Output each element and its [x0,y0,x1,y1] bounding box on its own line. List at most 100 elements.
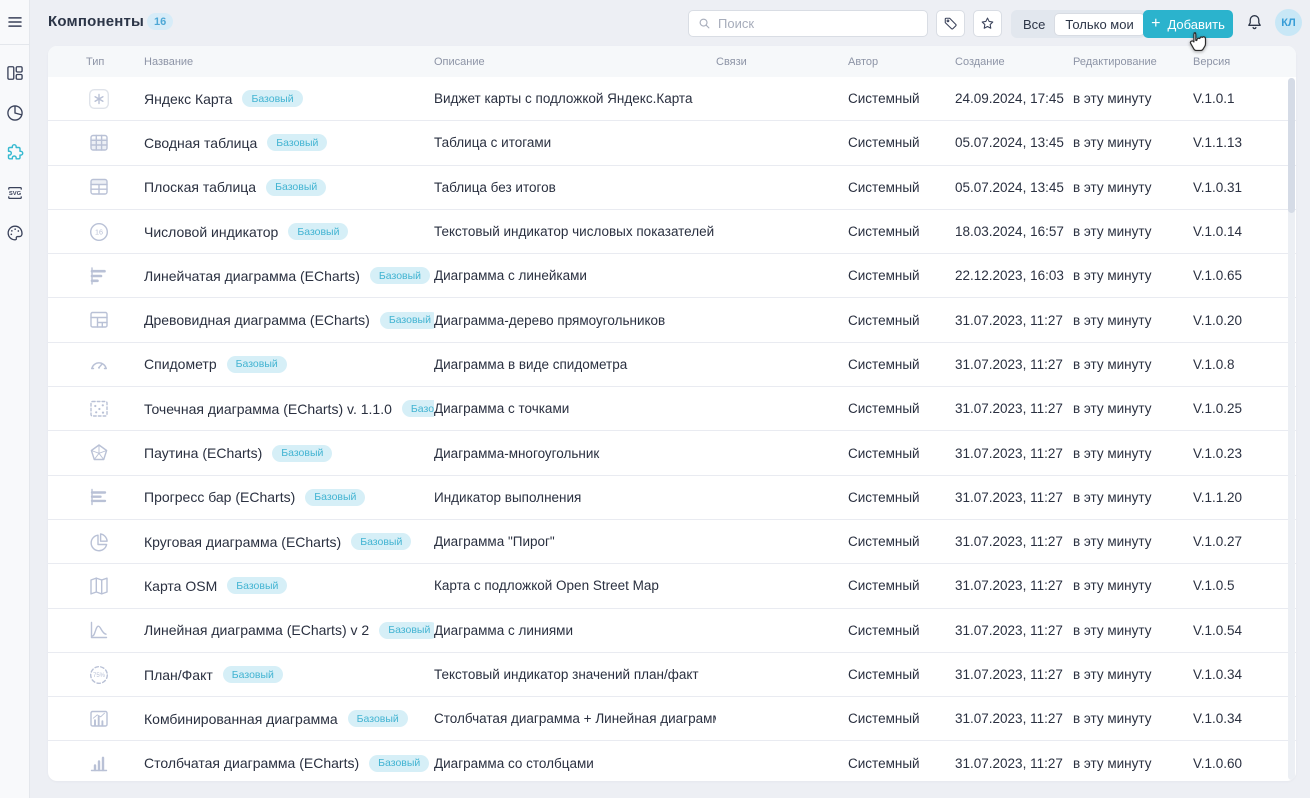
component-version: V.1.0.65 [1193,268,1296,283]
table-row[interactable]: Яндекс КартаБазовыйВиджет карты с подлож… [48,77,1296,121]
search-input[interactable] [718,16,919,31]
component-author: Системный [848,180,955,195]
component-edited: в эту минуту [1073,180,1193,195]
component-description: Виджет карты с подложкой Яндекс.Карта [434,91,716,106]
component-edited: в эту минуту [1073,446,1193,461]
component-badge: Базовый [370,267,430,284]
table-row[interactable]: Линейная диаграмма (ECharts) v 2БазовыйД… [48,609,1296,653]
table-row[interactable]: Плоская таблицаБазовыйТаблица без итогов… [48,166,1296,210]
hamburger-icon[interactable] [6,13,24,31]
search-box [688,10,928,37]
component-name-cell: Паутина (ECharts)Базовый [144,445,434,462]
component-badge: Базовый [227,356,287,373]
component-version: V.1.1.13 [1193,135,1296,150]
table-row[interactable]: Точечная диаграмма (ECharts) v. 1.1.0Баз… [48,387,1296,431]
page-title: Компоненты [48,13,144,30]
component-type-cell: 75% [48,662,144,688]
filter-mine-option[interactable]: Только мои [1055,14,1143,35]
bell-icon[interactable] [1244,12,1266,34]
svg-text:75%: 75% [93,673,106,679]
component-author: Системный [848,401,955,416]
components-count-badge: 16 [147,13,173,30]
component-created: 31.07.2023, 11:27 [955,401,1073,416]
component-created: 31.07.2023, 11:27 [955,446,1073,461]
pie-chart-icon[interactable] [4,102,26,124]
table-row[interactable]: 16Числовой индикаторБазовыйТекстовый инд… [48,210,1296,254]
table-row[interactable]: Столбчатая диаграмма (ECharts)БазовыйДиа… [48,741,1296,781]
component-name: Спидометр [144,356,217,372]
add-component-button[interactable]: + Добавить [1143,10,1233,38]
component-type-cell [48,351,144,377]
component-description: Диаграмма с точками [434,401,716,416]
component-edited: в эту минуту [1073,401,1193,416]
column-header-edited: Редактирование [1073,56,1193,68]
table-row[interactable]: СпидометрБазовыйДиаграмма в виде спидоме… [48,343,1296,387]
column-header-version: Версия [1193,56,1296,68]
table-row[interactable]: 75%План/ФактБазовыйТекстовый индикатор з… [48,653,1296,697]
component-version: V.1.0.60 [1193,756,1296,771]
component-version: V.1.0.14 [1193,224,1296,239]
component-created: 31.07.2023, 11:27 [955,667,1073,682]
component-name: Линейчатая диаграмма (ECharts) [144,268,360,284]
component-author: Системный [848,711,955,726]
component-edited: в эту минуту [1073,224,1193,239]
component-version: V.1.0.54 [1193,623,1296,638]
column-header-created: Создание [955,56,1073,68]
scrollbar-thumb[interactable] [1288,78,1295,213]
table-header: Тип Название Описание Связи Автор Создан… [48,46,1296,77]
component-version: V.1.1.20 [1193,490,1296,505]
table-row[interactable]: Комбинированная диаграммаБазовыйСтолбчат… [48,697,1296,741]
component-badge: Базовый [272,445,332,462]
component-edited: в эту минуту [1073,357,1193,372]
ownership-filter: Все Только мои [1011,10,1146,38]
filter-all-option[interactable]: Все [1013,14,1055,35]
component-author: Системный [848,224,955,239]
component-description: Диаграмма с линейками [434,268,716,283]
puzzle-icon[interactable] [4,142,26,164]
tag-filter-button[interactable] [936,10,965,37]
table-row[interactable]: Паутина (ECharts)БазовыйДиаграмма-многоу… [48,431,1296,475]
component-version: V.1.0.34 [1193,667,1296,682]
component-version: V.1.0.31 [1193,180,1296,195]
svg-text:SVG: SVG [9,191,22,197]
svg-export-icon[interactable]: SVG [4,182,26,204]
avatar[interactable]: КЛ [1275,9,1302,36]
component-type-cell [48,307,144,333]
component-edited: в эту минуту [1073,623,1193,638]
component-description: Таблица с итогами [434,135,716,150]
table-row[interactable]: Линейчатая диаграмма (ECharts) Базовый Диа… [48,254,1296,298]
component-badge: Базовый [288,223,348,240]
treemap-icon [86,307,112,333]
component-type-cell [48,750,144,776]
pie-chart-icon [86,529,112,555]
component-created: 05.07.2024, 13:45 [955,180,1073,195]
dashboard-icon[interactable] [4,62,26,84]
star-filter-button[interactable] [973,10,1002,37]
component-author: Системный [848,135,955,150]
column-header-name: Название [144,56,434,68]
component-badge: Базовый [227,577,287,594]
yandex-map-icon [86,86,112,112]
component-description: Диаграмма-дерево прямоугольников [434,313,716,328]
table-row[interactable]: Карта OSMБазовыйКарта с подложкой Open S… [48,564,1296,608]
component-type-cell [48,174,144,200]
component-description: Текстовый индикатор значений план/факт [434,667,716,682]
sidebar-nav: SVG [0,62,30,244]
component-type-cell [48,86,144,112]
component-version: V.1.0.23 [1193,446,1296,461]
table-row[interactable]: Сводная таблицаБазовыйТаблица с итогамиС… [48,121,1296,165]
bar-chart-horizontal-icon [86,263,112,289]
palette-icon[interactable] [4,222,26,244]
scatter-icon [86,396,112,422]
component-name-cell: Яндекс КартаБазовый [144,90,434,107]
table-scrollbar[interactable] [1288,78,1295,780]
table-row[interactable]: Древовидная диаграмма (ECharts)БазовыйДи… [48,298,1296,342]
table-row[interactable]: Круговая диаграмма (ECharts)БазовыйДиагр… [48,520,1296,564]
component-name-cell: Линейная диаграмма (ECharts) v 2Базовый [144,622,434,639]
table-row[interactable]: Прогресс бар (ECharts)БазовыйИндикатор в… [48,476,1296,520]
component-badge: Базовый [267,134,327,151]
component-type-cell [48,573,144,599]
component-version: V.1.0.27 [1193,534,1296,549]
component-name-cell: Линейчатая диаграмма (ECharts) Базовый [144,267,434,284]
component-author: Системный [848,313,955,328]
